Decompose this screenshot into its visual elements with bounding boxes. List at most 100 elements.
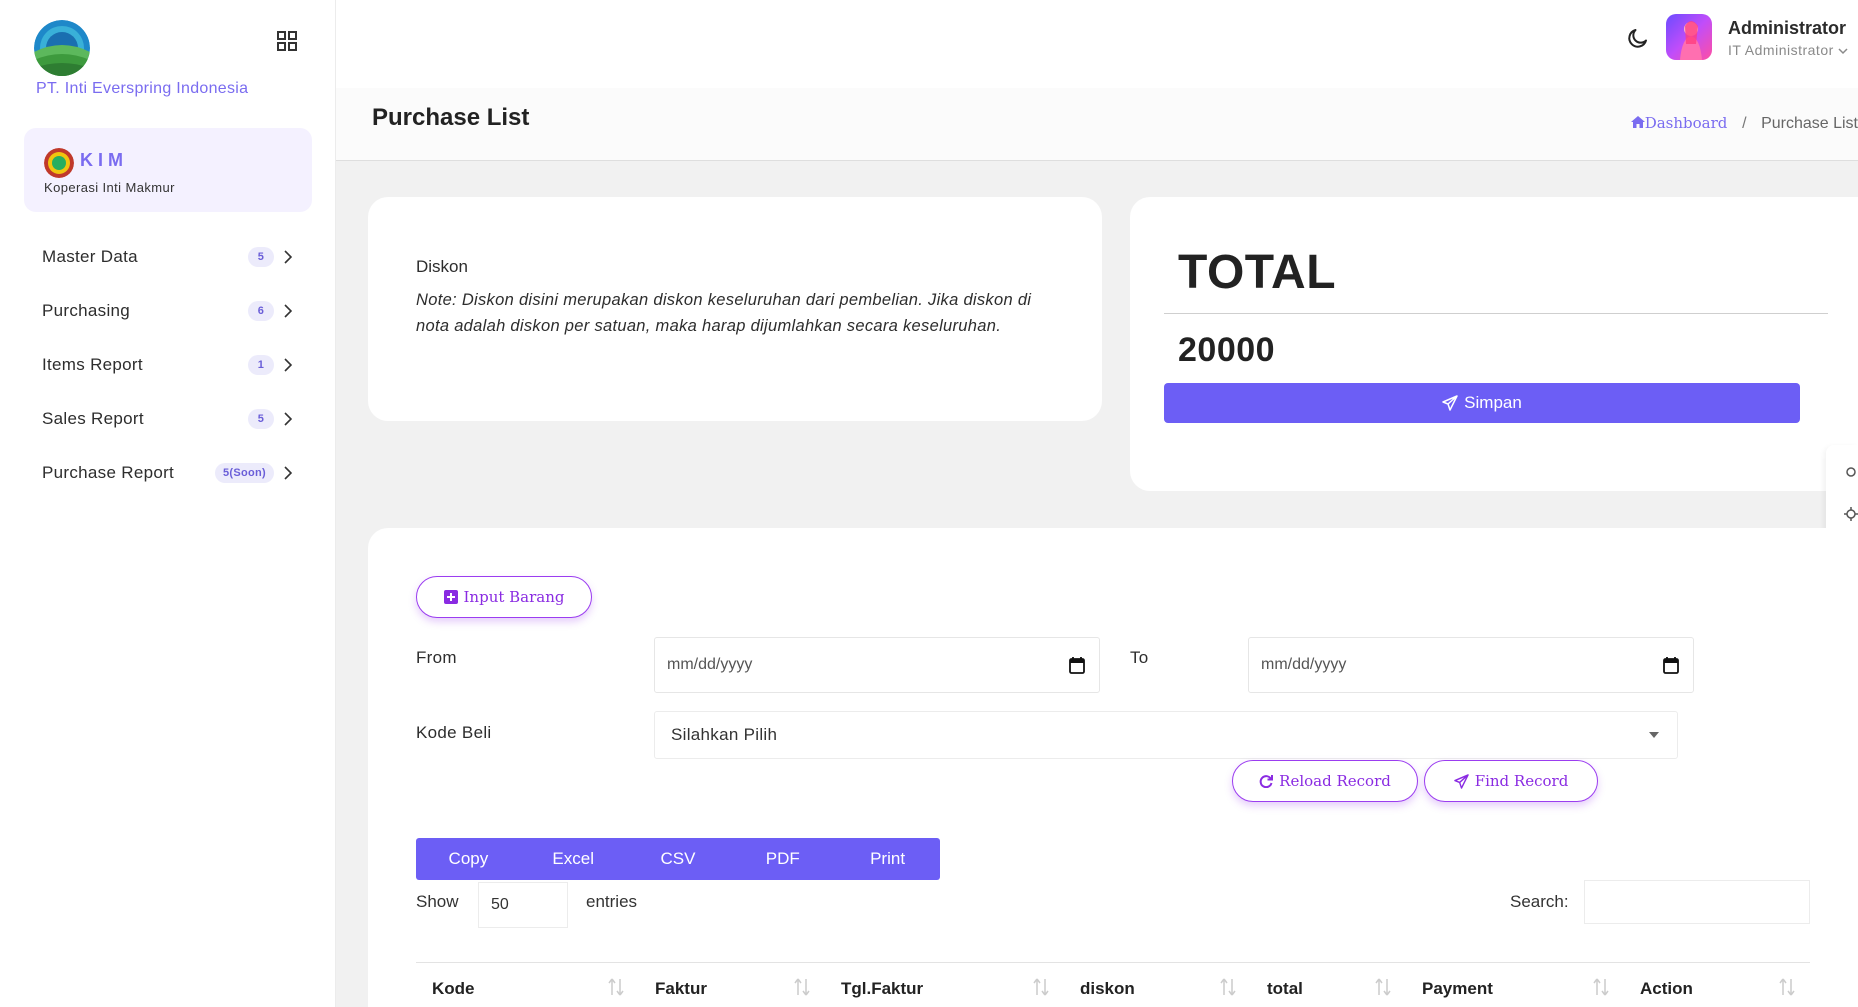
sidebar: PT. Inti Everspring Indonesia KIM Kopera… (0, 0, 336, 1007)
sidebar-item-master-data[interactable]: Master Data 5 (0, 230, 336, 284)
pdf-button[interactable]: PDF (730, 838, 835, 880)
send-icon (1442, 395, 1458, 411)
kim-card: KIM Koperasi Inti Makmur (24, 128, 312, 212)
column-header-payment[interactable]: Payment (1406, 963, 1624, 1007)
column-header-tgl-faktur[interactable]: Tgl.Faktur (825, 963, 1064, 1007)
grid-icon[interactable] (276, 30, 298, 52)
kode-beli-select[interactable]: Silahkan Pilih (654, 711, 1678, 759)
page-title: Purchase List (372, 104, 530, 131)
plus-square-icon (443, 590, 458, 604)
total-title: TOTAL (1178, 246, 1337, 299)
column-header-kode[interactable]: Kode (416, 963, 639, 1007)
moon-icon[interactable] (1626, 26, 1650, 50)
sort-icon (1033, 978, 1049, 996)
breadcrumb-home-label: Dashboard (1644, 114, 1728, 132)
count-badge: 5(Soon) (214, 463, 274, 483)
sidebar-item-label: Purchasing (42, 301, 131, 320)
to-date-placeholder: mm/dd/yyyy (1261, 656, 1347, 673)
from-date-input[interactable]: mm/dd/yyyy (654, 637, 1100, 693)
print-button[interactable]: Print (835, 838, 940, 880)
count-badge: 6 (248, 301, 274, 321)
gear-icon (1844, 507, 1858, 521)
input-barang-label: Input Barang (463, 588, 565, 606)
column-header-label: Tgl.Faktur (841, 979, 924, 998)
chevron-right-icon (284, 412, 292, 426)
diskon-label: Diskon (416, 257, 468, 276)
column-header-label: total (1267, 979, 1303, 998)
purchase-list-card: Input Barang From mm/dd/yyyy To mm/dd/yy… (368, 528, 1858, 1007)
column-header-diskon[interactable]: diskon (1064, 963, 1251, 1007)
simpan-button[interactable]: Simpan (1164, 383, 1800, 423)
entries-label: entries (586, 892, 638, 911)
breadcrumb-home-link[interactable]: Dashboard (1630, 114, 1732, 132)
company-logo[interactable] (34, 20, 90, 76)
entries-select[interactable]: 50 (478, 882, 568, 928)
from-label: From (416, 648, 457, 667)
table-header-row: Kode Faktur Tgl.Faktur diskon total Paym… (416, 962, 1810, 1007)
find-record-button[interactable]: Find Record (1424, 760, 1598, 802)
sort-icon (1220, 978, 1236, 996)
copy-button[interactable]: Copy (416, 838, 521, 880)
kode-beli-label: Kode Beli (416, 723, 492, 742)
sidebar-item-label: Master Data (42, 247, 138, 266)
calendar-icon[interactable] (1069, 656, 1085, 674)
sidebar-item-purchase-report[interactable]: Purchase Report 5(Soon) (0, 446, 336, 500)
count-badge: 1 (248, 355, 274, 375)
column-header-faktur[interactable]: Faktur (639, 963, 825, 1007)
kim-title: KIM (80, 150, 128, 170)
input-barang-button[interactable]: Input Barang (416, 576, 592, 618)
caret-down-icon (1649, 732, 1659, 738)
chevron-down-icon (1838, 48, 1848, 55)
kim-subtitle: Koperasi Inti Makmur (44, 180, 175, 195)
diskon-card: Diskon Note: Diskon disini merupakan dis… (368, 197, 1102, 421)
to-date-input[interactable]: mm/dd/yyyy (1248, 637, 1694, 693)
column-header-action[interactable]: Action (1624, 963, 1810, 1007)
breadcrumb-current: Purchase List (1761, 115, 1858, 132)
find-record-label: Find Record (1474, 772, 1569, 790)
chevron-right-icon (284, 250, 292, 264)
calendar-icon[interactable] (1663, 656, 1679, 674)
total-value: 20000 (1178, 331, 1276, 369)
sort-icon (1375, 978, 1391, 996)
chevron-right-icon (284, 304, 292, 318)
sidebar-item-label: Sales Report (42, 409, 144, 428)
column-header-total[interactable]: total (1251, 963, 1406, 1007)
kim-logo (44, 148, 74, 178)
reload-record-button[interactable]: Reload Record (1232, 760, 1418, 802)
sidebar-item-sales-report[interactable]: Sales Report 5 (0, 392, 336, 446)
topbar: Administrator IT Administrator (336, 0, 1858, 88)
refresh-icon (1259, 775, 1274, 788)
gear-icon (1846, 467, 1856, 477)
export-button-group: Copy Excel CSV PDF Print (416, 838, 940, 880)
chevron-right-icon (284, 358, 292, 372)
column-header-label: Kode (432, 979, 475, 998)
user-name[interactable]: Administrator (1728, 18, 1846, 39)
sidebar-item-purchasing[interactable]: Purchasing 6 (0, 284, 336, 338)
home-icon (1630, 116, 1645, 128)
csv-button[interactable]: CSV (626, 838, 731, 880)
sidebar-item-label: Items Report (42, 355, 143, 374)
count-badge: 5 (248, 409, 274, 429)
chevron-right-icon (284, 466, 292, 480)
entries-value: 50 (491, 896, 509, 913)
simpan-label: Simpan (1464, 393, 1522, 412)
count-badge: 5 (248, 247, 274, 267)
kode-beli-value: Silahkan Pilih (671, 725, 778, 744)
sort-icon (794, 978, 810, 996)
breadcrumb: Dashboard / Purchase List (1630, 114, 1858, 133)
search-input[interactable] (1584, 880, 1810, 924)
column-header-label: Faktur (655, 979, 707, 998)
sort-icon (608, 978, 624, 996)
avatar[interactable] (1666, 14, 1712, 60)
column-header-label: Payment (1422, 979, 1493, 998)
reload-record-label: Reload Record (1279, 772, 1391, 790)
sort-icon (1779, 978, 1795, 996)
company-name: PT. Inti Everspring Indonesia (36, 80, 249, 97)
excel-button[interactable]: Excel (521, 838, 626, 880)
column-header-label: diskon (1080, 979, 1135, 998)
sidebar-item-label: Purchase Report (42, 463, 175, 482)
page-header: Purchase List Dashboard / Purchase List (336, 88, 1858, 161)
sidebar-item-items-report[interactable]: Items Report 1 (0, 338, 336, 392)
divider (1164, 313, 1828, 314)
user-role[interactable]: IT Administrator (1728, 42, 1848, 58)
